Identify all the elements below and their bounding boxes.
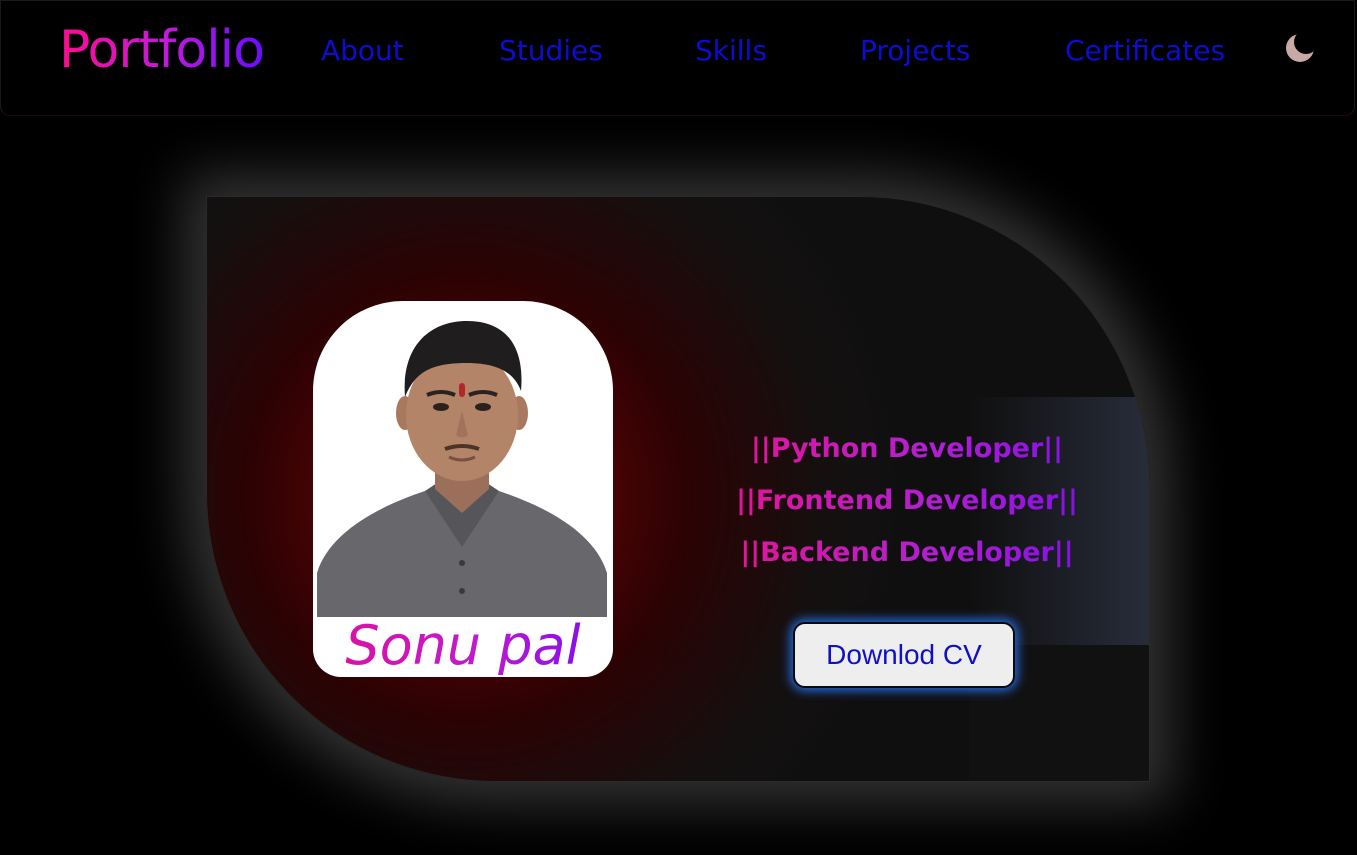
navbar: Portfolio About Studies Skills Projects …: [0, 0, 1355, 116]
profile-card: Sonu pal: [313, 301, 613, 677]
profile-name: Sonu pal: [313, 615, 613, 677]
nav-link-about[interactable]: About: [321, 31, 404, 71]
moon-icon[interactable]: [1283, 31, 1317, 65]
hero-card: Sonu pal ||Python Developer|| ||Frontend…: [206, 196, 1150, 782]
role-frontend: ||Frontend Developer||: [707, 475, 1107, 527]
nav-link-skills[interactable]: Skills: [695, 31, 767, 71]
download-cv-button[interactable]: Downlod CV: [793, 622, 1015, 688]
roles-list: ||Python Developer|| ||Frontend Develope…: [707, 423, 1107, 579]
nav-link-certificates[interactable]: Certificates: [1065, 31, 1225, 71]
site-logo[interactable]: Portfolio: [59, 15, 265, 85]
role-python: ||Python Developer||: [707, 423, 1107, 475]
profile-photo: [317, 311, 607, 617]
role-backend: ||Backend Developer||: [707, 527, 1107, 579]
nav-link-projects[interactable]: Projects: [860, 31, 970, 71]
nav-link-studies[interactable]: Studies: [499, 31, 603, 71]
